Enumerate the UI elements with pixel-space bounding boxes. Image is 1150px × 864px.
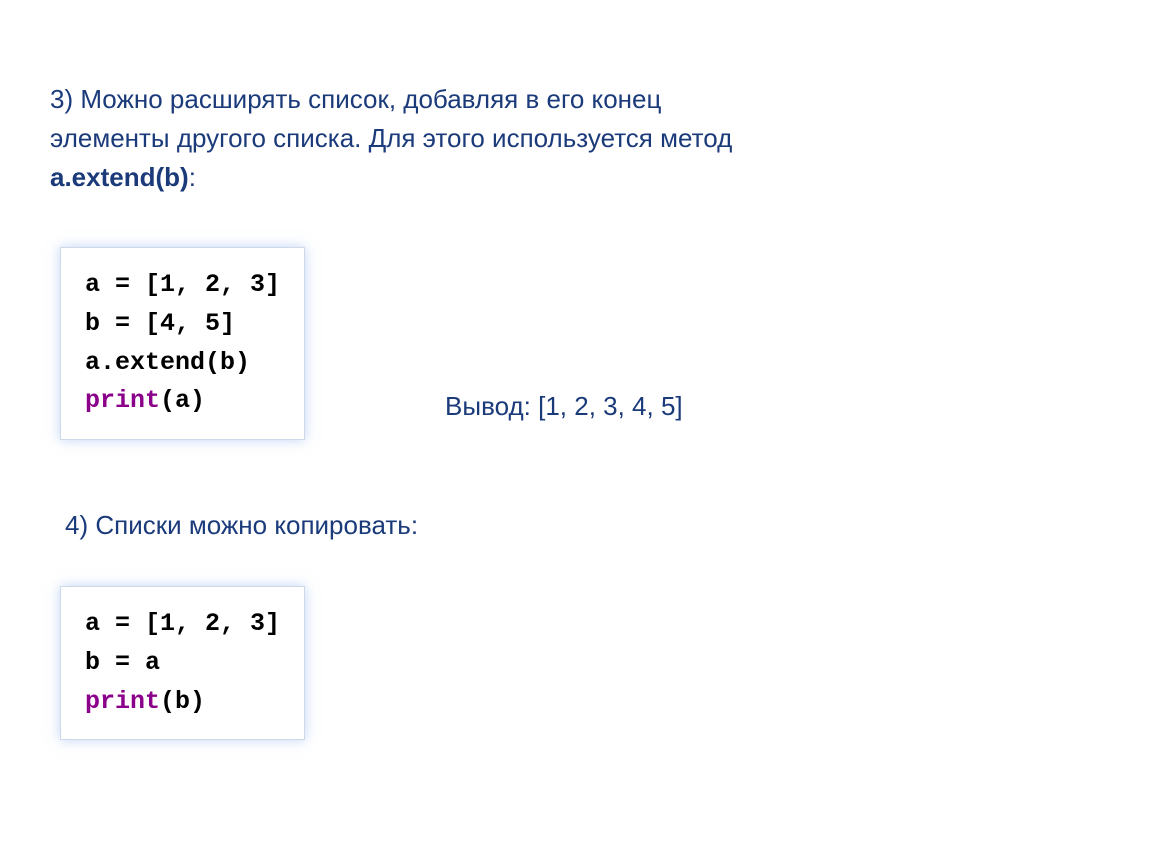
- code1-line4: print(a): [85, 382, 280, 421]
- code1-line4-rest: (a): [160, 386, 205, 415]
- code1-line2: b = [4, 5]: [85, 305, 280, 344]
- code2-line3-rest: (b): [160, 687, 205, 716]
- colon: :: [189, 162, 196, 192]
- code-block-2: a = [1, 2, 3] b = a print(b): [60, 586, 305, 740]
- code2-line3: print(b): [85, 683, 280, 722]
- section-3-line1: 3) Можно расширять список, добавляя в ег…: [50, 84, 661, 114]
- section-4-text: 4) Списки можно копировать:: [65, 510, 1110, 541]
- print-keyword-1: print: [85, 386, 160, 415]
- method-name-bold: a.extend(b): [50, 162, 189, 192]
- code1-line3: a.extend(b): [85, 344, 280, 383]
- section-3-text: 3) Можно расширять список, добавляя в ег…: [50, 80, 1110, 197]
- output-value: [1, 2, 3, 4, 5]: [538, 391, 683, 421]
- code-output-row: a = [1, 2, 3] b = [4, 5] a.extend(b) pri…: [50, 247, 1110, 440]
- code2-line1: a = [1, 2, 3]: [85, 605, 280, 644]
- print-keyword-2: print: [85, 687, 160, 716]
- code1-line1: a = [1, 2, 3]: [85, 266, 280, 305]
- code-block-1: a = [1, 2, 3] b = [4, 5] a.extend(b) pri…: [60, 247, 305, 440]
- output-1: Вывод: [1, 2, 3, 4, 5]: [445, 391, 683, 440]
- output-label: Вывод:: [445, 391, 538, 421]
- section-3-line2: элементы другого списка. Для этого испол…: [50, 123, 732, 153]
- code2-line2: b = a: [85, 644, 280, 683]
